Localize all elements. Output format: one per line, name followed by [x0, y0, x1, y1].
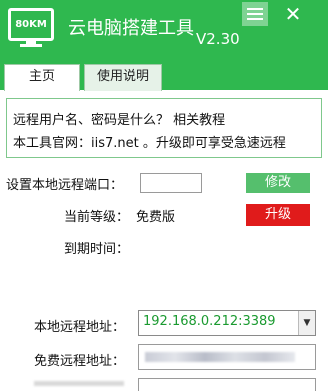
local-address-label: 本地远程地址：: [34, 320, 126, 335]
port-label: 设置本地远程端口：: [6, 178, 124, 193]
redacted-address: [145, 352, 295, 362]
tab-bar: 主页 使用说明: [0, 60, 328, 91]
app-logo: 80KM: [8, 8, 54, 47]
free-address-field: [138, 344, 316, 370]
local-address-select[interactable]: 192.168.0.212:3389 ▼: [138, 310, 316, 336]
close-icon[interactable]: ✕: [282, 2, 304, 26]
app-title: 云电脑搭建工具: [68, 18, 194, 39]
expire-label: 到期时间：: [64, 242, 130, 257]
app-version: V2.30: [196, 30, 240, 48]
notice-line-website[interactable]: 本工具官网：iis7.net 。升级即可享受急速远程: [13, 132, 286, 151]
level-value: 免费版: [136, 210, 176, 225]
notice-line-help[interactable]: 远程用户名、密码是什么？ 相关教程: [13, 109, 225, 128]
port-input[interactable]: [140, 173, 202, 193]
title-bar: 80KM 云电脑搭建工具 V2.30 ✕: [0, 0, 328, 60]
notice-panel: 远程用户名、密码是什么？ 相关教程 本工具官网：iis7.net 。升级即可享受…: [6, 98, 322, 158]
upgrade-button[interactable]: 升级: [246, 204, 310, 226]
extra-field: [138, 378, 316, 391]
tab-instructions[interactable]: 使用说明: [84, 64, 162, 91]
local-address-value: 192.168.0.212:3389: [143, 314, 276, 329]
free-address-label: 免费远程地址：: [34, 354, 126, 369]
chevron-down-icon[interactable]: ▼: [298, 311, 315, 335]
modify-button[interactable]: 修改: [246, 173, 310, 193]
logo-text: 80KM: [8, 8, 54, 41]
level-label: 当前等级：: [64, 210, 130, 225]
tab-home[interactable]: 主页: [4, 64, 80, 91]
hamburger-icon[interactable]: [242, 2, 268, 26]
cutoff-label: [34, 381, 124, 386]
